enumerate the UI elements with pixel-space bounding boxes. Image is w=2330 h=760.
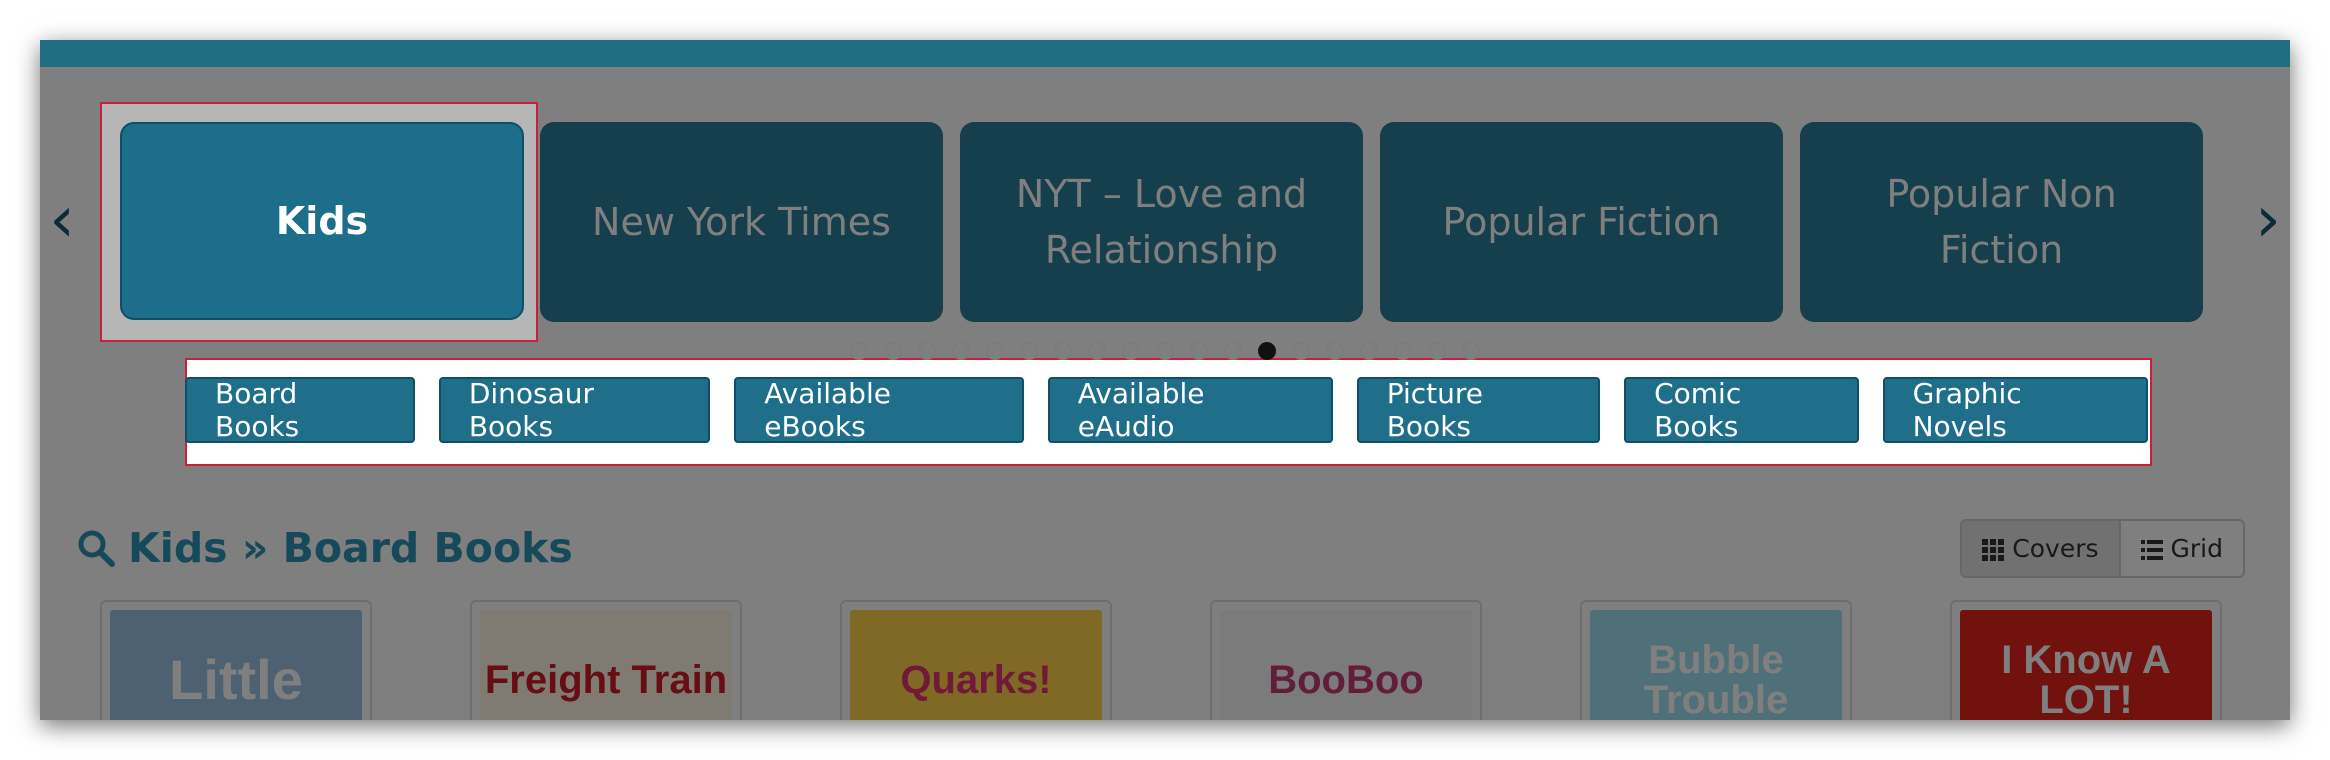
book-cover-title: Little: [169, 648, 303, 711]
subcategory-graphic-novels[interactable]: Graphic Novels: [1882, 377, 2148, 443]
book-cover-image: BooBoo: [1220, 610, 1472, 720]
subcategory-bar: Board Books Dinosaur Books Available eBook…: [185, 358, 2148, 462]
book-cover-title: Bubble Trouble: [1643, 638, 1789, 720]
grid-icon: [1982, 538, 2005, 561]
book-cover-card[interactable]: Little: [100, 600, 372, 720]
cover-results: Little Freight Train Quarks! BooBoo Bubble T…: [40, 600, 2290, 720]
subcategory-board-books[interactable]: Board Books: [185, 377, 415, 443]
list-icon: [2140, 538, 2163, 560]
view-grid-button[interactable]: Grid: [2121, 521, 2243, 576]
category-tile-new-york-times[interactable]: New York Times: [540, 122, 943, 322]
subcategory-available-ebooks[interactable]: Available eBooks: [734, 377, 1024, 443]
results-heading-text: Kids » Board Books: [128, 524, 573, 572]
book-cover-card[interactable]: BooBoo: [1210, 600, 1482, 720]
book-cover-title: Quarks!: [900, 658, 1052, 702]
view-toggle: Covers Grid: [1960, 519, 2245, 578]
chevron-right-icon[interactable]: ›: [2248, 188, 2288, 252]
subcategory-picture-books[interactable]: Picture Books: [1356, 377, 1601, 443]
book-cover-title: Freight Train: [484, 658, 728, 702]
app-window: ‹ › Kids New York Times NYT – Love and Rel…: [40, 40, 2290, 720]
category-tile-popular-fiction[interactable]: Popular Fiction: [1380, 122, 1783, 322]
top-bar: [40, 40, 2290, 67]
subcategory-comic-books[interactable]: Comic Books: [1624, 377, 1859, 443]
book-cover-title: BooBoo: [1268, 658, 1424, 702]
category-tile-kids[interactable]: Kids: [120, 122, 524, 320]
category-tile-nyt-love-and-relationship[interactable]: NYT – Love and Relationship: [960, 122, 1363, 322]
book-cover-card[interactable]: Freight Train: [470, 600, 742, 720]
book-cover-image: Quarks!: [850, 610, 1102, 720]
book-cover-title: I Know A LOT!: [2001, 638, 2171, 720]
book-cover-image: Little: [110, 610, 362, 720]
category-tile-popular-non-fiction[interactable]: Popular Non Fiction: [1800, 122, 2203, 322]
book-cover-image: I Know A LOT!: [1960, 610, 2212, 720]
book-cover-card[interactable]: Bubble Trouble: [1580, 600, 1852, 720]
subcategory-dinosaur-books[interactable]: Dinosaur Books: [438, 377, 711, 443]
subcategory-available-eaudio[interactable]: Available eAudio: [1047, 377, 1333, 443]
book-cover-card[interactable]: I Know A LOT!: [1950, 600, 2222, 720]
book-cover-image: Freight Train: [480, 610, 732, 720]
view-covers-label: Covers: [2012, 534, 2099, 563]
results-heading: Kids » Board Books: [76, 518, 573, 578]
view-covers-button[interactable]: Covers: [1962, 521, 2121, 576]
search-icon[interactable]: [76, 528, 116, 568]
book-cover-image: Bubble Trouble: [1590, 610, 1842, 720]
view-grid-label: Grid: [2170, 534, 2223, 563]
chevron-left-icon[interactable]: ‹: [42, 188, 82, 252]
book-cover-card[interactable]: Quarks!: [840, 600, 1112, 720]
